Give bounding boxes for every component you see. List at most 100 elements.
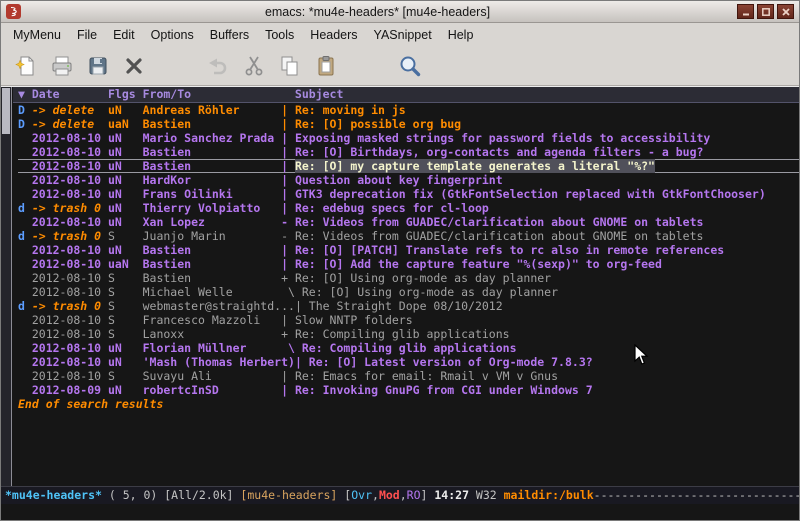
message-list: D-> deleteuNAndreas Röhler| Re: moving i… <box>13 103 799 397</box>
message-row[interactable]: 2012-08-10uNFrans Oilinki| GTK3 deprecat… <box>18 187 799 201</box>
message-subject: Re: edebug specs for cl-loop <box>295 201 489 215</box>
undo-icon[interactable] <box>203 51 233 81</box>
message-mark <box>18 173 32 187</box>
message-from: Thierry Volpiatto <box>143 201 281 215</box>
paste-icon[interactable] <box>311 51 341 81</box>
message-from: webmaster@straightd... <box>143 299 295 313</box>
message-mark <box>18 327 32 341</box>
thread-separator: | <box>281 131 295 145</box>
close-buffer-icon[interactable] <box>119 51 149 81</box>
scrollbar-thumb[interactable] <box>2 88 10 134</box>
message-date: -> delete <box>32 117 108 131</box>
search-icon[interactable] <box>395 51 425 81</box>
message-row[interactable]: 2012-08-10uaNBastien| Re: [O] Add the ca… <box>18 257 799 271</box>
message-from: Bastien <box>143 159 281 173</box>
message-subject: The Straight Dope 08/10/2012 <box>309 299 503 313</box>
scrollbar[interactable] <box>1 87 12 486</box>
message-flags: uN <box>108 187 143 201</box>
message-row[interactable]: D-> deleteuNAndreas Röhler| Re: moving i… <box>18 103 799 117</box>
menu-item-edit[interactable]: Edit <box>105 23 143 46</box>
print-icon[interactable] <box>47 51 77 81</box>
message-subject: Re: Videos from GUADEC/clarification abo… <box>295 215 704 229</box>
message-subject: Exposing masked strings for password fie… <box>295 131 710 145</box>
copy-icon[interactable] <box>275 51 305 81</box>
message-row[interactable]: 2012-08-10uN'Mash (Thomas Herbert)| Re: … <box>18 355 799 369</box>
menu-item-tools[interactable]: Tools <box>257 23 302 46</box>
message-subject: Re: [O] [PATCH] Translate refs to rc als… <box>295 243 724 257</box>
toolbar <box>1 46 799 86</box>
message-row[interactable]: 2012-08-09uNrobertcInSD| Re: Invoking Gn… <box>18 383 799 397</box>
save-icon[interactable] <box>83 51 113 81</box>
close-button[interactable] <box>777 4 794 19</box>
message-flags: uN <box>108 215 143 229</box>
column-header-line: ▼ Date Flgs From/To Subject <box>13 87 799 103</box>
message-flags: uN <box>108 103 143 117</box>
column-header-flags[interactable]: Flgs <box>108 87 143 102</box>
message-mark <box>18 383 32 397</box>
message-flags: S <box>108 299 143 313</box>
message-subject: Re: [O] Birthdays, org-contacts and agen… <box>295 145 704 159</box>
message-row[interactable]: 2012-08-10SSuvayu Ali| Re: Emacs for ema… <box>18 369 799 383</box>
message-row[interactable]: 2012-08-10SLanoxx+ Re: Compiling glib ap… <box>18 327 799 341</box>
message-flags: uaN <box>108 117 143 131</box>
message-subject: Slow NNTP folders <box>295 313 413 327</box>
minimize-button[interactable] <box>737 4 754 19</box>
message-date: 2012-08-10 <box>32 131 108 145</box>
message-row[interactable]: 2012-08-10uNHardKor| Question about key … <box>18 173 799 187</box>
message-date: 2012-08-10 <box>32 369 108 383</box>
thread-separator: \ <box>281 341 302 355</box>
thread-separator: | <box>281 159 295 173</box>
thread-separator: | <box>281 369 295 383</box>
menu-item-yasnippet[interactable]: YASnippet <box>366 23 440 46</box>
column-header-from[interactable]: From/To <box>143 87 295 102</box>
message-from: Bastien <box>143 243 281 257</box>
message-from: Frans Oilinki <box>143 187 281 201</box>
modeline-segment-folder: maildir:/bulk <box>504 488 594 502</box>
message-subject: GTK3 deprecation fix (GtkFontSelection r… <box>295 187 766 201</box>
minimize-icon <box>741 7 751 17</box>
modeline-segment-time: 14:27 <box>434 488 476 502</box>
message-mark <box>18 159 32 173</box>
message-mark: D <box>18 103 32 117</box>
menu-item-headers[interactable]: Headers <box>302 23 365 46</box>
cut-icon[interactable] <box>239 51 269 81</box>
message-row[interactable]: 2012-08-10SFrancesco Mazzoli| Slow NNTP … <box>18 313 799 327</box>
thread-separator: \ <box>281 285 302 299</box>
menu-item-options[interactable]: Options <box>143 23 202 46</box>
message-row[interactable]: d-> trash 0uNThierry Volpiatto| Re: edeb… <box>18 201 799 215</box>
message-row[interactable]: 2012-08-10SBastien+ Re: [O] Using org-mo… <box>18 271 799 285</box>
menu-item-file[interactable]: File <box>69 23 105 46</box>
message-date: -> delete <box>32 103 108 117</box>
message-from: Bastien <box>143 257 281 271</box>
buffer-content: ▼ Date Flgs From/To Subject D-> deleteuN… <box>1 86 799 486</box>
message-row[interactable]: 2012-08-10uNBastien| Re: [O] Birthdays, … <box>18 145 799 159</box>
message-date: 2012-08-10 <box>32 187 108 201</box>
message-mark: d <box>18 299 32 313</box>
message-row[interactable]: 2012-08-10uNXan Lopez- Re: Videos from G… <box>18 215 799 229</box>
column-header-date[interactable]: ▼ Date <box>18 87 108 102</box>
menu-item-help[interactable]: Help <box>440 23 482 46</box>
message-mark <box>18 215 32 229</box>
message-row[interactable]: 2012-08-10uNBastien| Re: [O] my capture … <box>18 159 799 173</box>
menu-item-mymenu[interactable]: MyMenu <box>5 23 69 46</box>
message-mark <box>18 313 32 327</box>
modeline-segment-plain: , <box>372 488 379 502</box>
message-mark: d <box>18 201 32 215</box>
message-row[interactable]: 2012-08-10SMichael Welle \ Re: [O] Using… <box>18 285 799 299</box>
message-mark <box>18 187 32 201</box>
message-date: 2012-08-10 <box>32 215 108 229</box>
column-header-subject[interactable]: Subject <box>295 87 799 102</box>
message-mark <box>18 341 32 355</box>
menu-item-buffers[interactable]: Buffers <box>202 23 257 46</box>
new-file-icon[interactable] <box>11 51 41 81</box>
message-row[interactable]: d-> trash 0SJuanjo Marin- Re: Videos fro… <box>18 229 799 243</box>
message-row[interactable]: 2012-08-10uNFlorian Müllner \ Re: Compil… <box>18 341 799 355</box>
echo-area[interactable] <box>1 504 799 520</box>
message-row[interactable]: 2012-08-10uNBastien| Re: [O] [PATCH] Tra… <box>18 243 799 257</box>
maximize-button[interactable] <box>757 4 774 19</box>
message-row[interactable]: D-> deleteuaNBastien| Re: [O] possible o… <box>18 117 799 131</box>
message-row[interactable]: 2012-08-10uNMario Sanchez Prada| Exposin… <box>18 131 799 145</box>
message-mark <box>18 243 32 257</box>
thread-separator: | <box>281 313 295 327</box>
message-row[interactable]: d-> trash 0Swebmaster@straightd...| The … <box>18 299 799 313</box>
